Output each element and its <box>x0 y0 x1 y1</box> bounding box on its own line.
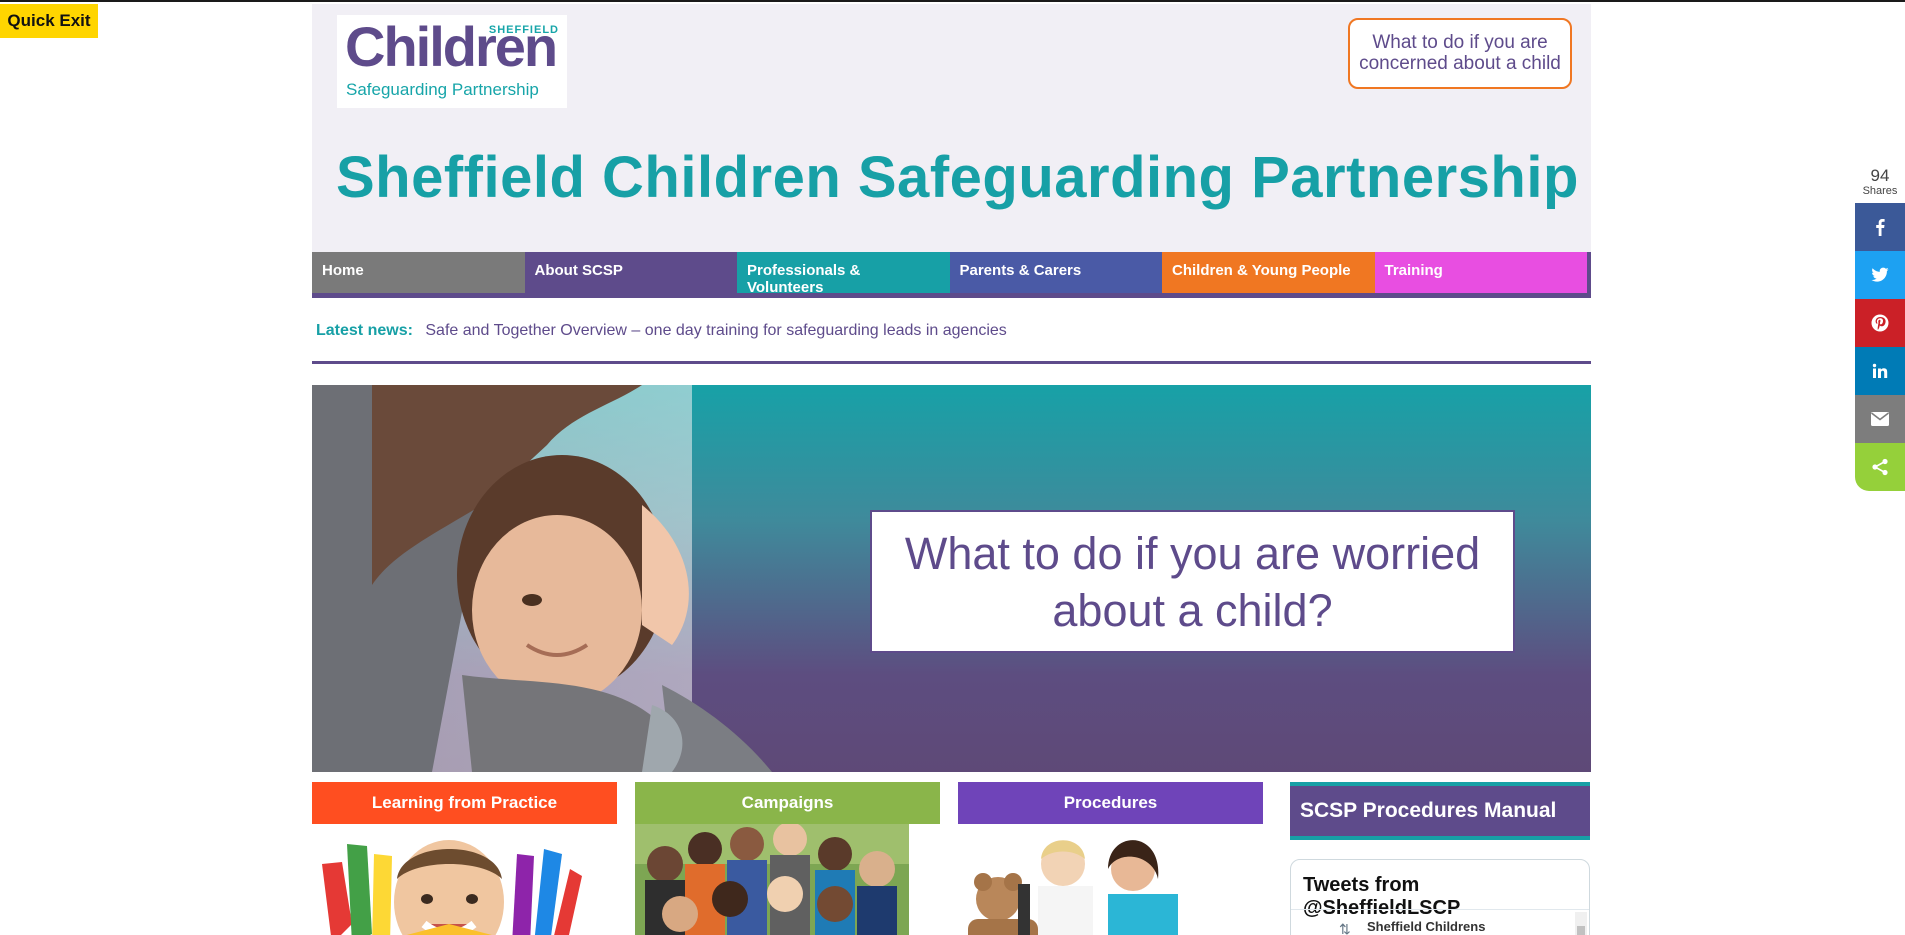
site-logo[interactable]: SHEFFIELD Children Safeguarding Partners… <box>337 15 567 108</box>
share-count: 94 <box>1870 166 1890 185</box>
nav-parents-carers[interactable]: Parents & Carers <box>949 252 1162 293</box>
tile-learning-from-practice-label: Learning from Practice <box>312 782 617 824</box>
main-nav: Home About SCSP Professionals & Voluntee… <box>312 252 1591 298</box>
pinterest-icon <box>1871 314 1889 332</box>
hero-banner: What to do if you are worried about a ch… <box>312 385 1591 772</box>
share-count-label: Shares <box>1862 185 1898 197</box>
share-facebook-button[interactable] <box>1855 203 1905 251</box>
latest-news-bar: Latest news: Safe and Together Overview … <box>316 322 1007 340</box>
share-twitter-button[interactable] <box>1855 251 1905 299</box>
tile-campaigns[interactable]: Campaigns <box>635 782 940 935</box>
twitter-icon <box>1871 267 1889 282</box>
site-header: SHEFFIELD Children Safeguarding Partners… <box>312 4 1591 252</box>
nav-training[interactable]: Training <box>1374 252 1587 293</box>
tile-campaigns-label: Campaigns <box>635 782 940 824</box>
tile-procedures[interactable]: Procedures <box>958 782 1263 935</box>
tweets-title[interactable]: Tweets from @SheffieldLSCP <box>1291 860 1589 920</box>
twitter-widget: Tweets from @SheffieldLSCP ⇅ Sheffield C… <box>1290 859 1590 935</box>
procedures-manual-link[interactable]: SCSP Procedures Manual <box>1290 782 1590 840</box>
tweets-scrollbar[interactable] <box>1575 912 1587 935</box>
facebook-icon <box>1876 219 1885 236</box>
latest-news-link[interactable]: Safe and Together Overview – one day tra… <box>425 322 1006 339</box>
retweet-icon: ⇅ <box>1339 921 1351 935</box>
share-linkedin-button[interactable] <box>1855 347 1905 395</box>
share-generic-button[interactable] <box>1855 443 1905 491</box>
nav-about-scsp[interactable]: About SCSP <box>524 252 737 293</box>
tile-learning-image <box>312 824 586 935</box>
news-divider <box>312 361 1591 364</box>
nav-professionals-volunteers[interactable]: Professionals & Volunteers <box>737 252 950 296</box>
share-email-button[interactable] <box>1855 395 1905 443</box>
logo-main-text: Children <box>345 15 558 78</box>
tile-learning-from-practice[interactable]: Learning from Practice <box>312 782 617 935</box>
nav-home[interactable]: Home <box>312 252 525 293</box>
tile-procedures-image <box>958 824 1232 935</box>
share-pinterest-button[interactable] <box>1855 299 1905 347</box>
logo-sub-text: Safeguarding Partnership <box>346 80 539 99</box>
tweets-divider <box>1291 909 1589 910</box>
worried-about-child-heading[interactable]: What to do if you are worried about a ch… <box>870 510 1515 653</box>
social-share-bar: 94 Shares <box>1855 167 1905 491</box>
email-icon <box>1871 412 1889 426</box>
concerned-about-child-button[interactable]: What to do if you are concerned about a … <box>1348 18 1572 89</box>
page: SHEFFIELD Children Safeguarding Partners… <box>312 4 1591 935</box>
tile-campaigns-image <box>635 822 909 935</box>
nav-children-young-people[interactable]: Children & Young People <box>1162 252 1375 293</box>
site-title: Sheffield Children Safeguarding Partners… <box>336 145 1579 210</box>
tile-procedures-label: Procedures <box>958 782 1263 824</box>
latest-news-label: Latest news: <box>316 322 413 339</box>
hero-photo-mother-child <box>312 385 772 772</box>
tweet-author[interactable]: Sheffield Childrens <box>1367 919 1485 934</box>
linkedin-icon <box>1872 363 1888 378</box>
quick-exit-button[interactable]: Quick Exit <box>0 4 98 38</box>
share-icon <box>1872 458 1888 476</box>
